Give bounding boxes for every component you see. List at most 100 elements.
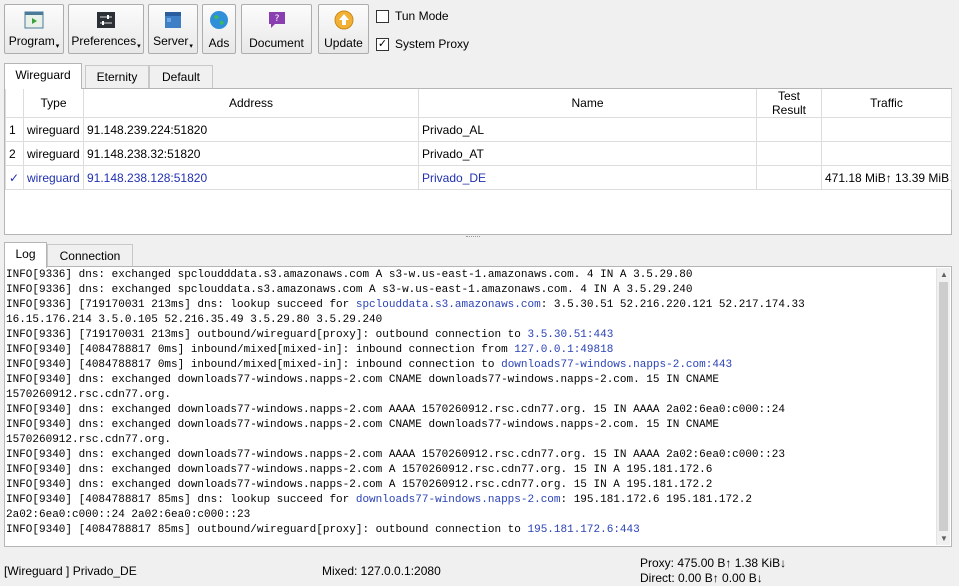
tun-mode-checkbox[interactable] xyxy=(376,10,389,23)
document-button[interactable]: ? Document xyxy=(241,4,312,54)
log-text: : 3.5.30.51 52.216.220.121 52.217.174.33 xyxy=(540,299,805,311)
log-text: 1570260912.rsc.cdn77.org. xyxy=(6,389,172,401)
row-index: 1 xyxy=(5,117,24,142)
column-header-traffic[interactable]: Traffic xyxy=(821,89,952,118)
column-header-index[interactable] xyxy=(5,89,24,118)
row-name: Privado_AT xyxy=(418,141,757,166)
log-text: INFO[9336] dns: exchanged spclouddata.s3… xyxy=(6,284,693,296)
log-link: 195.181.172.6:443 xyxy=(527,524,640,536)
row-index: ✓ xyxy=(5,165,24,190)
log-text-area[interactable]: INFO[9336] dns: exchanged spcloudddata.s… xyxy=(6,268,937,545)
column-header-address[interactable]: Address xyxy=(83,89,419,118)
log-line: 1570260912.rsc.cdn77.org. xyxy=(6,433,937,448)
row-type: wireguard xyxy=(23,165,84,190)
tab-label: Wireguard xyxy=(15,68,71,82)
log-link: 3.5.30.51:443 xyxy=(527,329,614,341)
row-traffic: 471.18 MiB↑ 13.39 MiB↓ xyxy=(821,165,952,190)
status-direct-traffic: Direct: 0.00 B↑ 0.00 B↓ xyxy=(640,571,763,585)
server-icon xyxy=(165,12,181,28)
row-address: 91.148.238.128:51820 xyxy=(83,165,419,190)
ads-button[interactable]: Ads xyxy=(202,4,236,54)
column-header-name[interactable]: Name xyxy=(418,89,757,118)
log-line: INFO[9340] dns: exchanged downloads77-wi… xyxy=(6,478,937,493)
row-name: Privado_DE xyxy=(418,165,757,190)
row-index: 2 xyxy=(5,141,24,166)
chevron-down-icon: ▾ xyxy=(55,43,60,50)
scrollbar-thumb[interactable] xyxy=(939,282,948,531)
log-line: INFO[9340] dns: exchanged downloads77-wi… xyxy=(6,403,937,418)
table-row[interactable]: 1 wireguard 91.148.239.224:51820 Privado… xyxy=(5,117,952,142)
row-test-result xyxy=(756,117,822,142)
program-window-icon xyxy=(24,11,44,29)
log-text: INFO[9340] dns: exchanged downloads77-wi… xyxy=(6,449,785,461)
preferences-sliders-icon xyxy=(97,12,115,28)
log-link: 127.0.0.1:49818 xyxy=(514,344,614,356)
log-line: INFO[9336] [719170031 213ms] dns: lookup… xyxy=(6,298,937,313)
log-text: : 195.181.172.6 195.181.172.2 xyxy=(560,494,752,506)
column-header-type[interactable]: Type xyxy=(23,89,84,118)
server-table: Type Address Name Test Result Traffic 1 … xyxy=(5,89,952,190)
log-line: INFO[9340] [4084788817 85ms] outbound/wi… xyxy=(6,523,937,538)
log-line: INFO[9336] dns: exchanged spcloudddata.s… xyxy=(6,268,937,283)
log-link: downloads77-windows.napps-2.com xyxy=(355,494,561,506)
tab-connection[interactable]: Connection xyxy=(47,244,133,268)
tab-eternity[interactable]: Eternity xyxy=(85,65,149,89)
log-text: 1570260912.rsc.cdn77.org. xyxy=(6,434,172,446)
log-line: INFO[9340] [4084788817 85ms] dns: lookup… xyxy=(6,493,937,508)
row-address: 91.148.238.32:51820 xyxy=(83,141,419,166)
scroll-up-icon[interactable]: ▲ xyxy=(937,270,951,279)
server-button[interactable]: Server▾ xyxy=(148,4,198,54)
table-row[interactable]: 2 wireguard 91.148.238.32:51820 Privado_… xyxy=(5,141,952,166)
log-line: 1570260912.rsc.cdn77.org. xyxy=(6,388,937,403)
program-button[interactable]: Program▾ xyxy=(4,4,64,54)
log-line: INFO[9340] [4084788817 0ms] inbound/mixe… xyxy=(6,358,937,373)
server-table-panel: Type Address Name Test Result Traffic 1 … xyxy=(4,88,952,235)
system-proxy-label: System Proxy xyxy=(395,37,470,51)
tab-default[interactable]: Default xyxy=(149,65,213,89)
log-text: INFO[9340] [4084788817 0ms] inbound/mixe… xyxy=(6,344,515,356)
system-proxy-checkbox[interactable]: ✓ xyxy=(376,38,389,51)
status-current-server: [Wireguard ] Privado_DE xyxy=(4,564,137,578)
log-text: INFO[9336] [719170031 213ms] dns: lookup… xyxy=(6,299,356,311)
log-line: INFO[9340] dns: exchanged downloads77-wi… xyxy=(6,463,937,478)
log-text: 2a02:6ea0:c000::24 2a02:6ea0:c000::23 xyxy=(6,509,251,521)
log-text: INFO[9340] [4084788817 85ms] dns: lookup… xyxy=(6,494,356,506)
row-traffic xyxy=(821,117,952,142)
log-text: 16.15.176.214 3.5.0.105 52.216.35.49 3.5… xyxy=(6,314,383,326)
update-button[interactable]: Update xyxy=(318,4,369,54)
log-link: downloads77-windows.napps-2.com:443 xyxy=(501,359,733,371)
row-name: Privado_AL xyxy=(418,117,757,142)
table-row-selected[interactable]: ✓ wireguard 91.148.238.128:51820 Privado… xyxy=(5,165,952,190)
preferences-button[interactable]: Preferences▾ xyxy=(68,4,144,54)
server-label: Server xyxy=(153,34,189,48)
tab-label: Connection xyxy=(59,249,121,263)
update-label: Update xyxy=(324,36,363,50)
splitter-handle[interactable] xyxy=(466,236,480,240)
log-line: INFO[9336] [719170031 213ms] outbound/wi… xyxy=(6,328,937,343)
chevron-down-icon: ▾ xyxy=(137,43,141,50)
log-scrollbar[interactable]: ▲ ▼ xyxy=(936,268,950,545)
log-text: INFO[9340] dns: exchanged downloads77-wi… xyxy=(6,419,719,431)
log-line: INFO[9340] [4084788817 0ms] inbound/mixe… xyxy=(6,343,937,358)
row-test-result xyxy=(756,165,822,190)
log-line: INFO[9340] dns: exchanged downloads77-wi… xyxy=(6,448,937,463)
log-text: INFO[9340] dns: exchanged downloads77-wi… xyxy=(6,404,785,416)
status-proxy-traffic: Proxy: 475.00 B↑ 1.38 KiB↓ xyxy=(640,556,787,570)
tab-wireguard[interactable]: Wireguard xyxy=(4,63,82,89)
svg-text:?: ? xyxy=(274,14,279,24)
preferences-label: Preferences xyxy=(71,34,137,48)
row-type: wireguard xyxy=(23,117,84,142)
log-text: INFO[9336] [719170031 213ms] outbound/wi… xyxy=(6,329,528,341)
log-line: 2a02:6ea0:c000::24 2a02:6ea0:c000::23 xyxy=(6,508,937,523)
scroll-down-icon[interactable]: ▼ xyxy=(937,534,951,543)
row-type: wireguard xyxy=(23,141,84,166)
tab-log[interactable]: Log xyxy=(4,242,47,268)
log-line: 16.15.176.214 3.5.0.105 52.216.35.49 3.5… xyxy=(6,313,937,328)
chevron-down-icon: ▾ xyxy=(189,43,193,50)
document-help-icon: ? xyxy=(268,12,285,28)
program-label: Program xyxy=(8,34,55,48)
column-header-test-result[interactable]: Test Result xyxy=(756,89,822,118)
log-text: INFO[9340] dns: exchanged downloads77-wi… xyxy=(6,374,719,386)
update-arrow-icon xyxy=(334,10,353,30)
document-label: Document xyxy=(249,36,304,50)
